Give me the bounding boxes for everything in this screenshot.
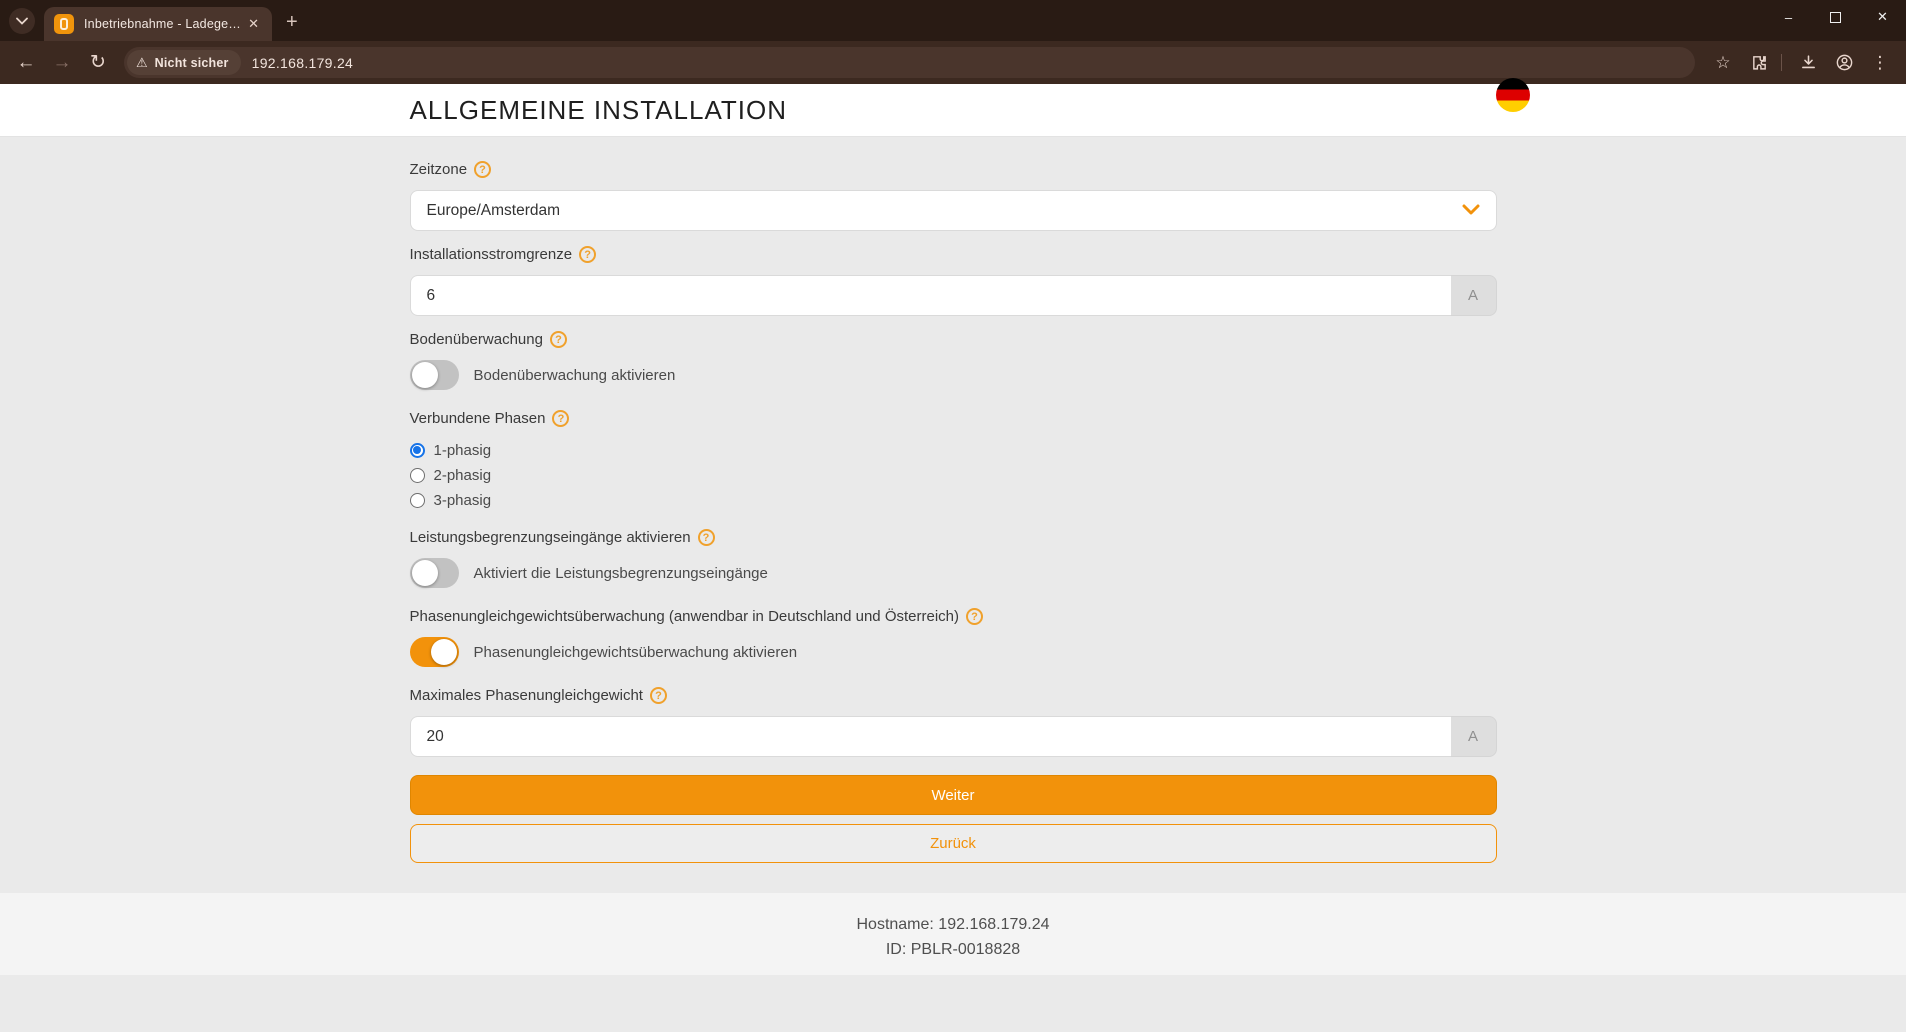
radio-option-1phase[interactable]: 1-phasig — [410, 439, 1497, 461]
forward-button[interactable]: → — [46, 47, 78, 79]
main-content: Zeitzone ? Europe/Amsterdam Installation… — [0, 137, 1906, 893]
radio-icon[interactable] — [410, 493, 425, 508]
install-current-input[interactable] — [410, 275, 1451, 316]
radio-option-2phase[interactable]: 2-phasig — [410, 464, 1497, 486]
phase-imbalance-label: Phasenungleichgewichtsüberwachung (anwen… — [410, 608, 1497, 625]
url-text: 192.168.179.24 — [252, 55, 354, 71]
page-title: ALLGEMEINE INSTALLATION — [410, 95, 787, 126]
radio-icon[interactable] — [410, 468, 425, 483]
tab-close-icon[interactable]: ✕ — [243, 14, 264, 34]
minimize-button[interactable]: – — [1765, 0, 1812, 34]
help-icon[interactable]: ? — [966, 608, 983, 625]
chevron-down-icon — [1462, 204, 1480, 215]
help-icon[interactable]: ? — [650, 687, 667, 704]
ground-monitoring-toggle-label: Bodenüberwachung aktivieren — [474, 367, 676, 384]
ground-monitoring-label: Bodenüberwachung ? — [410, 331, 1497, 348]
download-icon[interactable] — [1792, 47, 1824, 79]
reload-button[interactable]: ↻ — [82, 47, 114, 79]
profile-icon[interactable] — [1828, 47, 1860, 79]
ampere-unit: A — [1451, 716, 1497, 757]
close-window-button[interactable]: ✕ — [1859, 0, 1906, 34]
radio-icon[interactable] — [410, 443, 425, 458]
help-icon[interactable]: ? — [698, 529, 715, 546]
browser-toolbar: ← → ↻ ⚠ Nicht sicher 192.168.179.24 ☆ ⋮ — [0, 41, 1906, 84]
toolbar-separator — [1781, 54, 1782, 71]
new-tab-button[interactable]: + — [286, 12, 298, 32]
maximize-button[interactable] — [1812, 0, 1859, 34]
ground-monitoring-toggle[interactable] — [410, 360, 459, 390]
page-footer: Hostname: 192.168.179.24 ID: PBLR-001882… — [0, 893, 1906, 975]
site-favicon — [54, 14, 74, 34]
connected-phases-label: Verbundene Phasen ? — [410, 410, 1497, 427]
timezone-select[interactable]: Europe/Amsterdam — [410, 190, 1497, 231]
address-bar[interactable]: ⚠ Nicht sicher 192.168.179.24 — [124, 47, 1695, 78]
menu-kebab-icon[interactable]: ⋮ — [1864, 47, 1896, 79]
bookmark-star-icon[interactable]: ☆ — [1707, 47, 1739, 79]
connected-phases-group: 1-phasig 2-phasig 3-phasig — [410, 439, 1497, 511]
install-current-label: Installationsstromgrenze ? — [410, 246, 1497, 263]
timezone-value: Europe/Amsterdam — [427, 202, 561, 220]
tab-title: Inbetriebnahme - Ladegerät — [84, 17, 243, 31]
help-icon[interactable]: ? — [552, 410, 569, 427]
tab-search-button[interactable] — [9, 8, 35, 34]
maximize-icon — [1830, 12, 1841, 23]
help-icon[interactable]: ? — [474, 161, 491, 178]
max-phase-imbalance-label: Maximales Phasenungleichgewicht ? — [410, 687, 1497, 704]
chevron-down-icon — [16, 17, 28, 25]
power-limit-inputs-toggle-label: Aktiviert die Leistungsbegrenzungseingän… — [474, 565, 768, 582]
radio-option-3phase[interactable]: 3-phasig — [410, 489, 1497, 511]
timezone-label: Zeitzone ? — [410, 161, 1497, 178]
hostname-text: Hostname: 192.168.179.24 — [0, 912, 1906, 937]
phase-imbalance-toggle-label: Phasenungleichgewichtsüberwachung aktivi… — [474, 644, 798, 661]
security-label: Nicht sicher — [155, 56, 229, 70]
security-chip[interactable]: ⚠ Nicht sicher — [127, 50, 241, 75]
weiter-button[interactable]: Weiter — [410, 775, 1497, 815]
zurueck-button[interactable]: Zurück — [410, 824, 1497, 863]
help-icon[interactable]: ? — [579, 246, 596, 263]
toolbar-actions: ☆ ⋮ — [1703, 47, 1896, 79]
browser-tab-strip: Inbetriebnahme - Ladegerät ✕ + – ✕ — [0, 0, 1906, 41]
page-header: ALLGEMEINE INSTALLATION — [0, 84, 1906, 137]
extensions-icon[interactable] — [1743, 47, 1775, 79]
phase-imbalance-toggle[interactable] — [410, 637, 459, 667]
help-icon[interactable]: ? — [550, 331, 567, 348]
ampere-unit: A — [1451, 275, 1497, 316]
back-button[interactable]: ← — [10, 47, 42, 79]
language-flag-german[interactable] — [1496, 78, 1530, 112]
power-limit-inputs-toggle[interactable] — [410, 558, 459, 588]
window-controls: – ✕ — [1765, 0, 1906, 34]
browser-tab[interactable]: Inbetriebnahme - Ladegerät ✕ — [44, 7, 272, 41]
power-limit-inputs-label: Leistungsbegrenzungseingänge aktivieren … — [410, 529, 1497, 546]
max-phase-imbalance-input[interactable] — [410, 716, 1451, 757]
warning-icon: ⚠ — [136, 55, 148, 71]
device-id-text: ID: PBLR-0018828 — [0, 937, 1906, 962]
